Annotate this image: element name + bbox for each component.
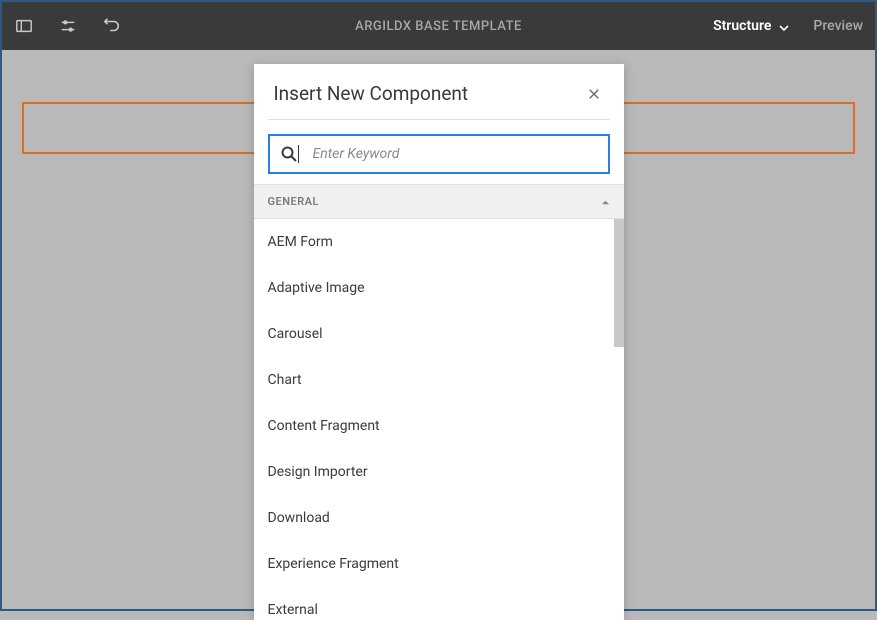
close-icon — [588, 88, 600, 100]
undo-icon[interactable] — [102, 16, 122, 36]
group-header-general[interactable]: GENERAL — [254, 184, 624, 219]
search-input[interactable] — [303, 146, 598, 162]
topbar-right: Structure Preview — [713, 18, 863, 34]
search-wrap — [254, 120, 624, 184]
list-item[interactable]: Download — [254, 495, 624, 541]
collapse-up-icon — [601, 192, 610, 211]
list-item[interactable]: Chart — [254, 357, 624, 403]
topbar: ARGILDX BASE TEMPLATE Structure Preview — [2, 2, 875, 50]
structure-dropdown[interactable]: Structure — [713, 18, 789, 34]
structure-label: Structure — [713, 18, 771, 34]
text-cursor — [298, 145, 299, 163]
list-item[interactable]: Adaptive Image — [254, 265, 624, 311]
dialog-header: Insert New Component — [254, 64, 624, 119]
list-item[interactable]: AEM Form — [254, 219, 624, 265]
search-box[interactable] — [268, 134, 610, 174]
list-item[interactable]: Carousel — [254, 311, 624, 357]
search-icon — [280, 145, 298, 163]
list-item[interactable]: Content Fragment — [254, 403, 624, 449]
topbar-left — [14, 16, 122, 36]
chevron-down-icon — [779, 21, 789, 31]
panel-toggle-icon[interactable] — [14, 16, 34, 36]
list-item[interactable]: Experience Fragment — [254, 541, 624, 587]
insert-component-dialog: Insert New Component GENERAL — [254, 64, 624, 620]
scrollbar-thumb[interactable] — [614, 219, 624, 347]
preview-button[interactable]: Preview — [813, 18, 863, 34]
close-button[interactable] — [584, 84, 604, 104]
component-list-scroll: AEM Form Adaptive Image Carousel Chart C… — [254, 219, 624, 620]
page-title: ARGILDX BASE TEMPLATE — [355, 19, 522, 34]
sliders-icon[interactable] — [58, 16, 78, 36]
scrollbar-track[interactable] — [614, 219, 624, 620]
list-item[interactable]: Design Importer — [254, 449, 624, 495]
group-header-label: GENERAL — [268, 195, 319, 208]
list-item[interactable]: External — [254, 587, 624, 620]
dialog-title: Insert New Component — [274, 82, 469, 105]
component-list: AEM Form Adaptive Image Carousel Chart C… — [254, 219, 624, 620]
